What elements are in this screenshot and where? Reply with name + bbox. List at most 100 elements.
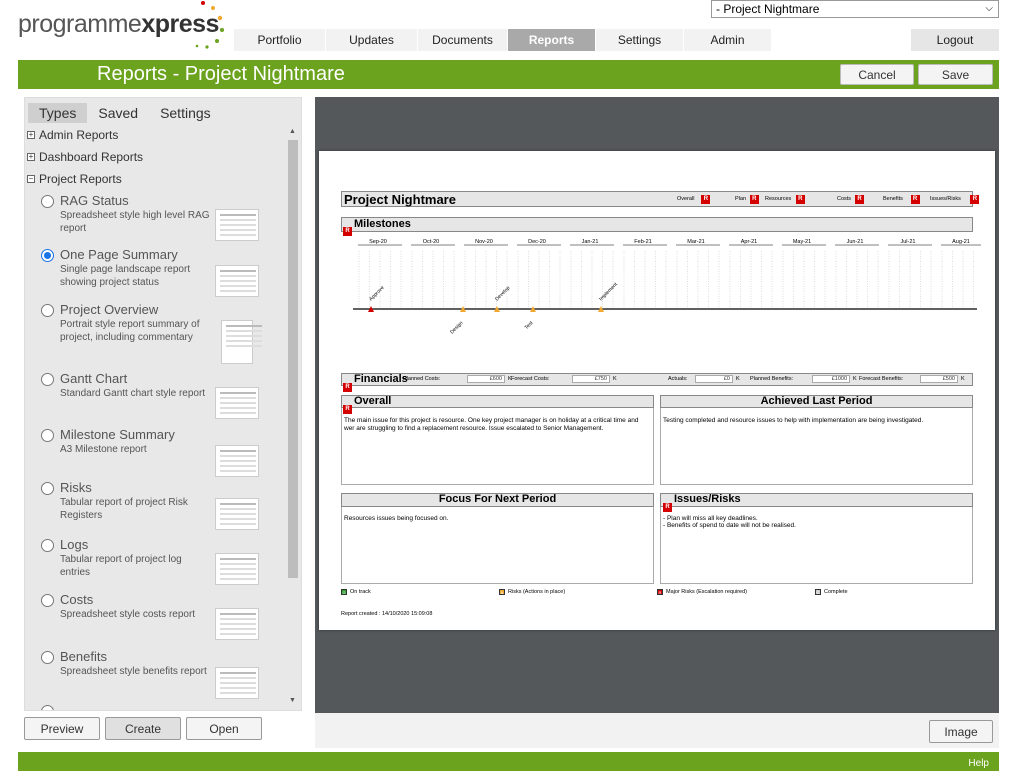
focus-text: Resources issues being focused on. <box>344 515 449 522</box>
legend-swatch: C <box>815 589 821 595</box>
legend-label: On track <box>350 589 371 595</box>
help-link[interactable]: Help <box>968 758 989 769</box>
report-desc: Portrait style report summary of project… <box>60 319 200 343</box>
radio-button[interactable] <box>41 304 54 317</box>
report-option-milestone-summary[interactable]: Milestone Summary A3 Milestone report <box>41 427 281 479</box>
milestone-label: Implement <box>598 281 619 302</box>
report-option-gantt-chart[interactable]: Gantt Chart Standard Gantt chart style r… <box>41 371 281 423</box>
create-button[interactable]: Create <box>105 717 181 740</box>
report-desc: Tabular report of project Risk Registers <box>60 497 188 521</box>
scroll-up-icon[interactable]: ▲ <box>289 128 296 135</box>
report-option-project-overview[interactable]: Project Overview Portrait style report s… <box>41 302 281 370</box>
legend-label: Major Risks (Escalation required) <box>666 589 747 595</box>
report-option-logs[interactable]: Logs Tabular report of project log entri… <box>41 537 281 589</box>
tab-updates[interactable]: Updates <box>326 29 418 51</box>
financial-value: £1000 <box>812 375 850 383</box>
preview-footer <box>315 713 999 748</box>
rag-badge: R <box>970 195 980 204</box>
achieved-text: Testing completed and resource issues to… <box>663 417 924 424</box>
report-name: Milestone Summary <box>60 427 175 442</box>
overall-box <box>341 395 654 485</box>
radio-button[interactable] <box>41 195 54 208</box>
financial-label: Planned Costs: <box>403 376 441 382</box>
tree-group-label: Project Reports <box>39 172 122 186</box>
radio-button-selected[interactable] <box>41 249 54 262</box>
financial-unit: K <box>613 376 617 382</box>
main-nav: Portfolio Updates Documents Reports Sett… <box>234 29 772 51</box>
report-desc: Spreadsheet style benefits report <box>60 666 207 677</box>
report-thumbnail <box>215 498 259 530</box>
preview-button[interactable]: Preview <box>24 717 100 740</box>
rag-badge: R <box>343 383 352 392</box>
report-name: Gantt Chart <box>60 371 128 386</box>
radio-button[interactable] <box>41 482 54 495</box>
report-tree: + Admin Reports + Dashboard Reports − Pr… <box>25 125 286 710</box>
tab-portfolio[interactable]: Portfolio <box>234 29 326 51</box>
tab-reports[interactable]: Reports <box>508 29 596 51</box>
radio-button[interactable] <box>41 429 54 442</box>
help-bar: Help <box>18 752 999 771</box>
subtab-settings[interactable]: Settings <box>149 103 222 123</box>
radio-button[interactable] <box>41 705 54 710</box>
report-desc: Tabular report of project log entries <box>60 554 182 578</box>
report-desc: A3 Milestone report <box>60 444 147 455</box>
project-select-value: - Project Nightmare <box>716 2 820 16</box>
radio-button[interactable] <box>41 651 54 664</box>
scrollbar-thumb[interactable] <box>288 140 298 578</box>
report-option-benefits[interactable]: Benefits Spreadsheet style benefits repo… <box>41 649 281 707</box>
achieved-title: Achieved Last Period <box>760 395 873 407</box>
rag-badge: R <box>910 195 920 204</box>
collapse-icon[interactable]: − <box>27 175 35 183</box>
tree-group-label: Dashboard Reports <box>39 150 144 164</box>
logo-text-1: programme <box>18 10 142 38</box>
report-name: Logs <box>60 537 89 552</box>
report-option-partial[interactable] <box>41 703 281 710</box>
report-desc: Spreadsheet style costs report <box>60 609 196 620</box>
tree-group-admin[interactable]: + Admin Reports <box>27 128 118 142</box>
subtab-saved[interactable]: Saved <box>87 103 149 123</box>
subtab-types[interactable]: Types <box>28 103 88 123</box>
financial-value: £500 <box>920 375 958 383</box>
logout-button[interactable]: Logout <box>911 29 999 51</box>
report-thumbnail <box>215 608 259 640</box>
tab-admin[interactable]: Admin <box>684 29 772 51</box>
project-select[interactable]: - Project Nightmare ⌵ <box>711 0 999 18</box>
month-label: Jan-21 <box>582 239 599 245</box>
financial-unit: K <box>853 376 857 382</box>
legend-label: Complete <box>824 589 848 595</box>
milestone-timeline: Sep-20 Oct-20 Nov-20 Dec-20 Jan-21 Feb-21 Mar-… <box>353 239 981 335</box>
report-option-costs[interactable]: Costs Spreadsheet style costs report <box>41 592 281 644</box>
save-button[interactable]: Save <box>918 64 993 85</box>
report-thumbnail <box>221 320 262 364</box>
overall-rag-badge: R <box>343 397 352 415</box>
tree-group-project[interactable]: − Project Reports <box>27 172 122 186</box>
report-name: Costs <box>60 592 94 607</box>
report-option-risks[interactable]: Risks Tabular report of project Risk Reg… <box>41 480 281 532</box>
expand-icon[interactable]: + <box>27 131 35 139</box>
tab-documents[interactable]: Documents <box>418 29 508 51</box>
expand-icon[interactable]: + <box>27 153 35 161</box>
report-option-one-page-summary[interactable]: One Page Summary Single page landscape r… <box>41 247 281 299</box>
tab-settings[interactable]: Settings <box>596 29 684 51</box>
image-button[interactable]: Image <box>929 720 993 743</box>
milestones-header <box>341 217 973 232</box>
radio-button[interactable] <box>41 539 54 552</box>
month-label: Oct-20 <box>423 239 440 245</box>
rag-label: Plan <box>735 196 747 202</box>
report-option-rag-status[interactable]: RAG Status Spreadsheet style high level … <box>41 193 281 245</box>
tree-scrollbar[interactable]: ▲ ▼ <box>286 125 300 710</box>
scroll-down-icon[interactable]: ▼ <box>289 697 296 704</box>
milestone-label: Develop <box>494 285 511 302</box>
financials-rag-badge: R <box>343 375 352 393</box>
open-button[interactable]: Open <box>186 717 262 740</box>
month-label: Aug-21 <box>952 239 970 245</box>
financial-value: £0 <box>695 375 733 383</box>
financial-label: Actuals: <box>668 376 688 382</box>
report-thumbnail <box>215 445 259 477</box>
report-name: Benefits <box>60 649 107 664</box>
rag-label: Issues/Risks <box>930 196 961 202</box>
radio-button[interactable] <box>41 373 54 386</box>
cancel-button[interactable]: Cancel <box>840 64 914 85</box>
tree-group-dashboard[interactable]: + Dashboard Reports <box>27 150 143 164</box>
radio-button[interactable] <box>41 594 54 607</box>
